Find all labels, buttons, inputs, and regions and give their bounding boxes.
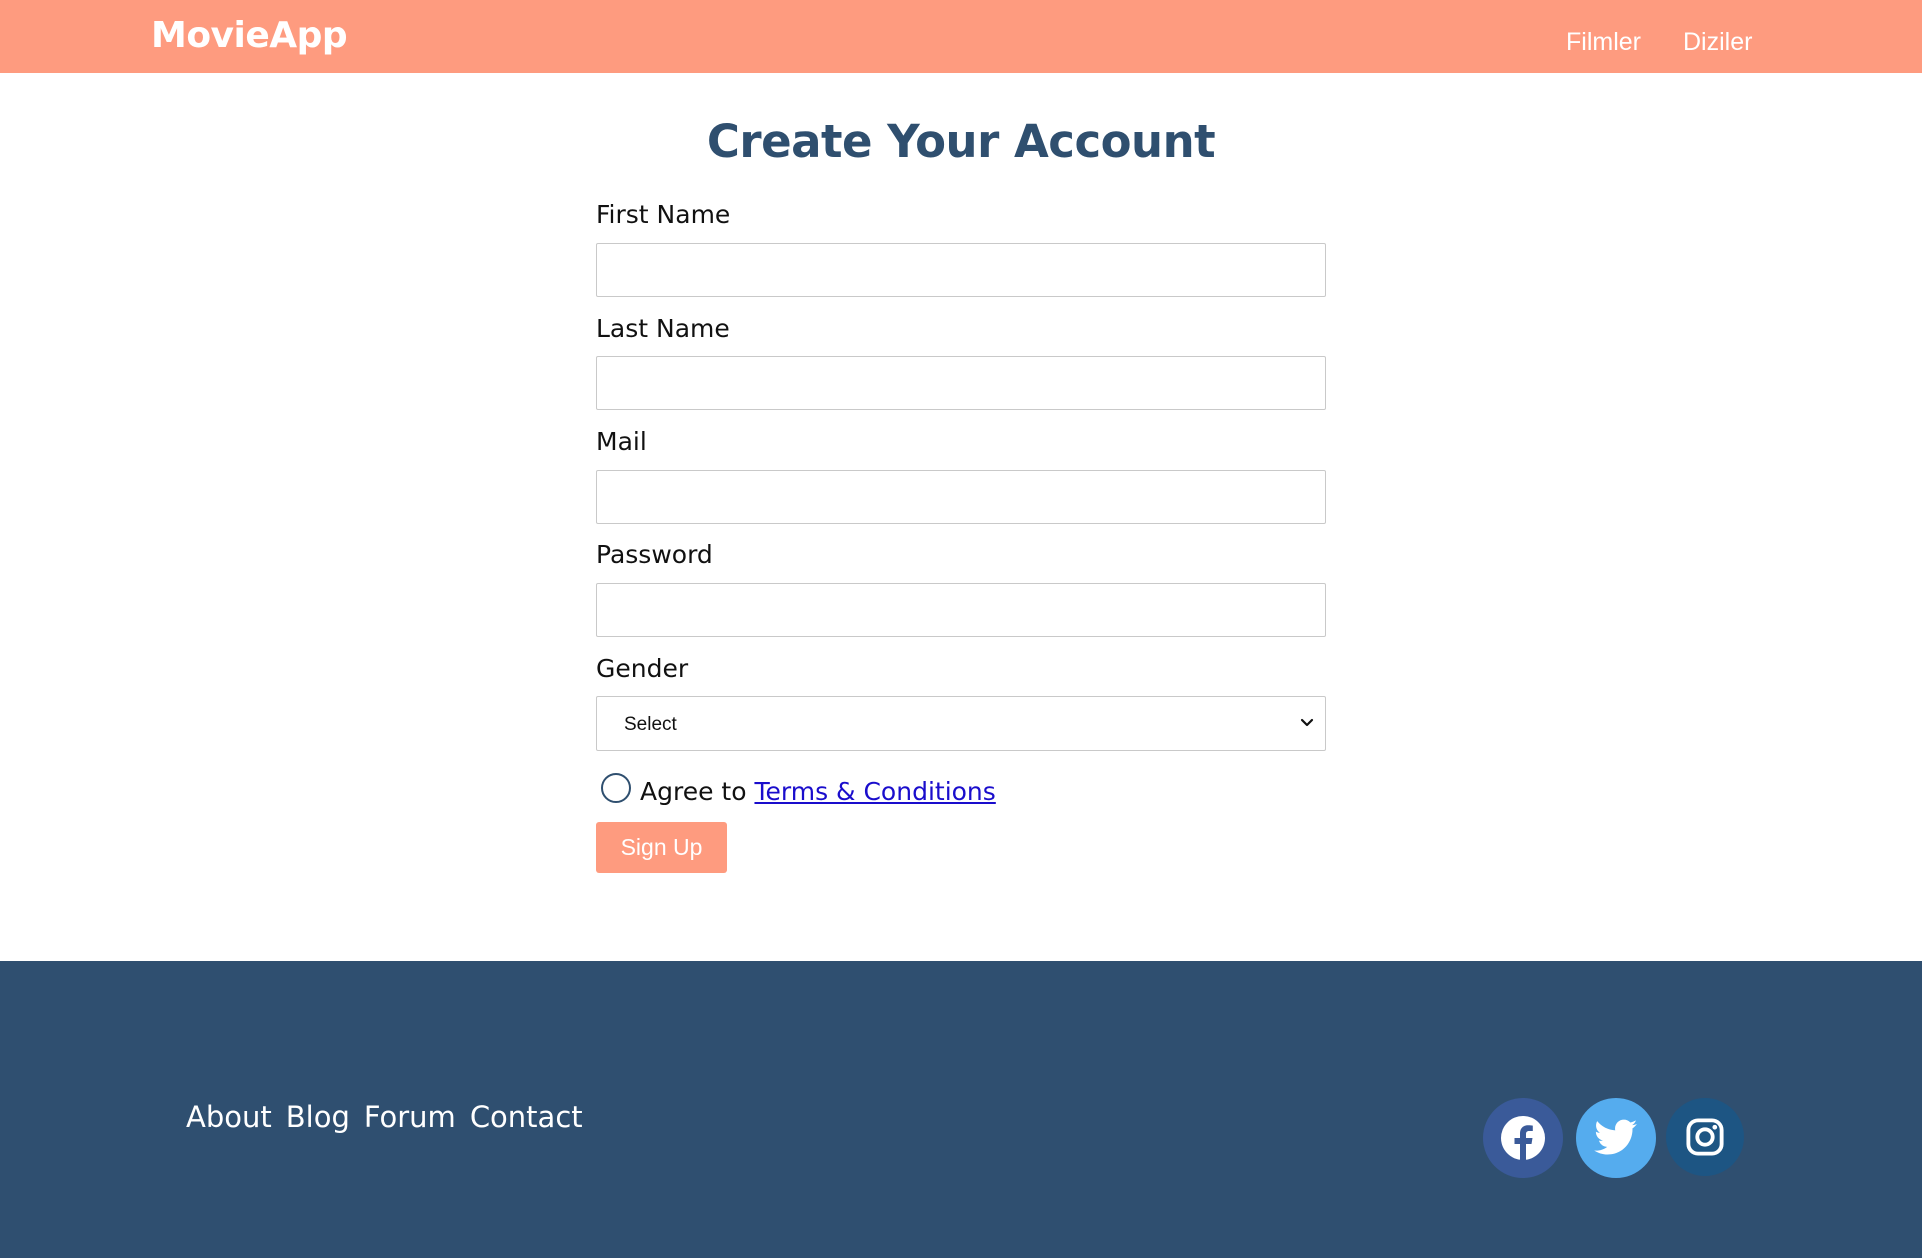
nav-link-filmler[interactable]: Filmler: [1566, 28, 1641, 57]
footer-link-contact[interactable]: Contact: [470, 1100, 583, 1134]
instagram-icon: [1686, 1118, 1724, 1156]
nav-link-diziler[interactable]: Diziler: [1683, 28, 1752, 57]
page: MovieApp Filmler Diziler Create Your Acc…: [0, 0, 1922, 1258]
first-name-field[interactable]: [596, 243, 1326, 297]
password-label: Password: [596, 540, 713, 569]
password-field[interactable]: [596, 583, 1326, 637]
footer-link-forum[interactable]: Forum: [364, 1100, 456, 1134]
terms-conditions-link[interactable]: Terms & Conditions: [754, 777, 995, 806]
brand-logo[interactable]: MovieApp: [151, 15, 348, 56]
facebook-icon: [1501, 1116, 1545, 1160]
gender-select[interactable]: Select: [596, 696, 1326, 751]
mail-field[interactable]: [596, 470, 1326, 524]
instagram-button[interactable]: [1666, 1098, 1744, 1176]
mail-label: Mail: [596, 427, 647, 456]
facebook-button[interactable]: [1483, 1098, 1563, 1178]
top-navbar: MovieApp Filmler Diziler: [0, 0, 1922, 73]
agree-terms-radio[interactable]: [601, 773, 631, 803]
footer-link-about[interactable]: About: [186, 1100, 272, 1134]
twitter-button[interactable]: [1576, 1098, 1656, 1178]
footer: About Blog Forum Contact: [0, 961, 1922, 1258]
last-name-label: Last Name: [596, 314, 730, 343]
sign-up-button[interactable]: Sign Up: [596, 822, 727, 873]
footer-link-blog[interactable]: Blog: [286, 1100, 350, 1134]
chevron-down-icon: [1300, 718, 1314, 727]
first-name-label: First Name: [596, 200, 731, 229]
footer-nav: About Blog Forum Contact: [186, 1100, 583, 1134]
last-name-field[interactable]: [596, 356, 1326, 410]
gender-label: Gender: [596, 654, 689, 683]
twitter-icon: [1594, 1119, 1638, 1155]
page-title: Create Your Account: [706, 115, 1216, 168]
gender-select-value: Select: [624, 714, 677, 735]
agree-prefix: Agree to: [640, 777, 747, 806]
agree-terms-label: Agree to Terms & Conditions: [640, 777, 996, 806]
